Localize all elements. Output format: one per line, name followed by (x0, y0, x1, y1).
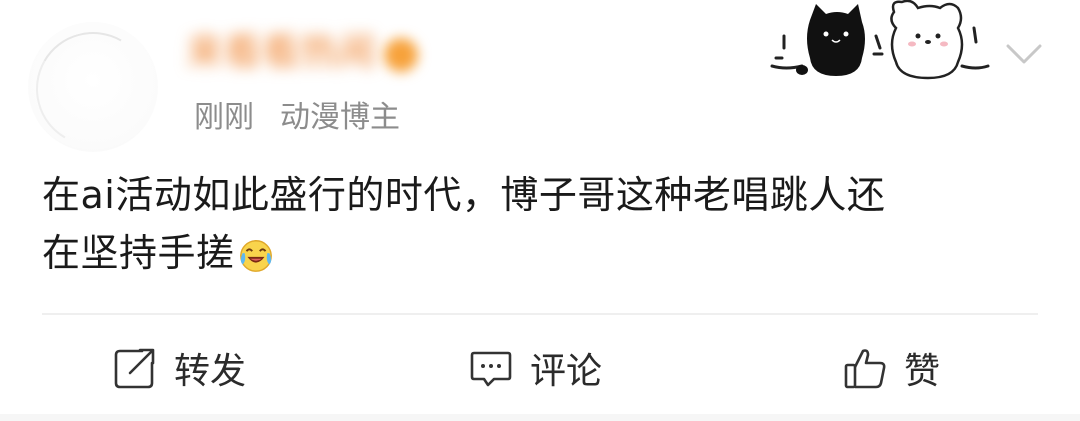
cat-dog-sticker-icon (770, 0, 990, 80)
repost-label: 转发 (174, 351, 247, 392)
card-bottom-separator (0, 414, 1080, 421)
author-role: 动漫博主 (280, 100, 400, 135)
post-text-line-2: 在坚持手搓 (42, 231, 235, 275)
thumbs-up-icon (844, 349, 886, 389)
repost-button[interactable]: 转发 (112, 340, 246, 396)
comment-label: 评论 (530, 351, 603, 392)
post-meta: 刚刚 动漫博主 (194, 98, 400, 138)
repost-icon (114, 348, 155, 389)
avatar-outline (23, 19, 163, 159)
comment-button[interactable]: 评论 (468, 340, 602, 396)
like-label: 赞 (904, 351, 941, 392)
post-text-line-2-wrap: 在坚持手搓 (42, 224, 1042, 282)
like-button[interactable]: 赞 (842, 340, 940, 396)
avatar[interactable] (23, 19, 163, 159)
post-time: 刚刚 (194, 100, 254, 135)
laugh-cry-emoji-icon (239, 240, 272, 272)
chevron-down-icon[interactable] (1004, 38, 1044, 68)
divider (42, 313, 1038, 315)
post-content: 在ai活动如此盛行的时代，博子哥这种老唱跳人还 在坚持手搓 (42, 166, 1042, 282)
verified-badge-icon (384, 38, 418, 72)
post-text-line-1: 在ai活动如此盛行的时代，博子哥这种老唱跳人还 (42, 173, 886, 217)
comment-icon (470, 351, 512, 387)
weibo-post-card: 来看看热闹 刚刚 动漫博主 在ai活动如此盛行的时代，博子哥这种老唱跳人还 在坚… (0, 0, 1080, 421)
